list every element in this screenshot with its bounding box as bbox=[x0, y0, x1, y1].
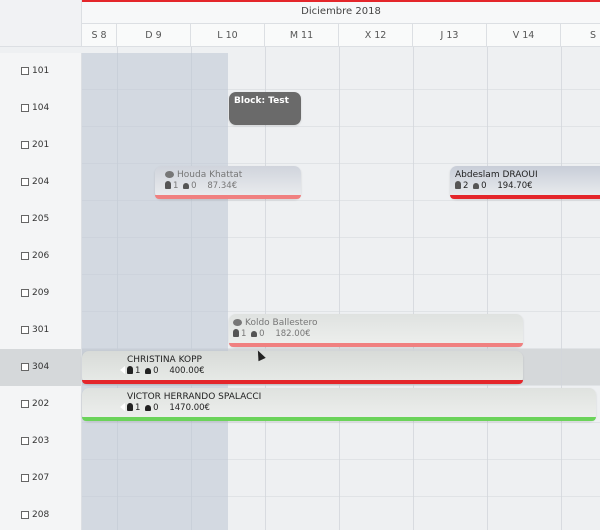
booking-name: Abdeslam DRAOUI bbox=[455, 170, 538, 180]
day-header[interactable]: S 1 bbox=[561, 24, 600, 47]
adult-icon bbox=[127, 403, 133, 411]
booking-calendar: Diciembre 2018 S 8 D 9 L 10 M 11 X 12 J … bbox=[0, 0, 600, 530]
booking-amount: 1470.00€ bbox=[169, 403, 210, 413]
room-checkbox[interactable] bbox=[21, 67, 29, 75]
adult-icon bbox=[165, 181, 171, 189]
day-header[interactable]: M 11 bbox=[265, 24, 339, 47]
day-header[interactable]: L 10 bbox=[191, 24, 265, 47]
booking-victor[interactable]: VICTOR HERRANDO SPALACCI 1 0 1470.00€ bbox=[82, 388, 596, 421]
child-icon bbox=[145, 405, 152, 411]
comment-icon bbox=[165, 171, 174, 178]
day-header[interactable]: S 8 bbox=[82, 24, 117, 47]
day-header[interactable]: V 14 bbox=[487, 24, 561, 47]
status-bar bbox=[450, 195, 600, 199]
booking-christina[interactable]: CHRISTINA KOPP 1 0 400.00€ bbox=[82, 351, 523, 384]
child-icon bbox=[183, 183, 190, 189]
booking-koldo[interactable]: Koldo Ballestero 1 0 182.00€ bbox=[229, 314, 523, 347]
day-gridline bbox=[561, 47, 562, 530]
day-gridline bbox=[487, 47, 488, 530]
room-checkbox[interactable] bbox=[21, 252, 29, 260]
booking-name: CHRISTINA KOPP bbox=[127, 355, 202, 365]
child-icon bbox=[251, 331, 258, 337]
status-bar bbox=[82, 380, 523, 384]
day-header-row: S 8 D 9 L 10 M 11 X 12 J 13 V 14 S 1 bbox=[82, 24, 600, 47]
day-gridline bbox=[339, 47, 340, 530]
booking-name: Houda Khattat bbox=[177, 170, 243, 180]
room-checkbox[interactable] bbox=[21, 178, 29, 186]
booking-name: Block: Test bbox=[234, 96, 289, 106]
room-checkbox[interactable] bbox=[21, 215, 29, 223]
status-bar bbox=[155, 195, 301, 199]
continues-left-icon bbox=[120, 366, 125, 374]
room-label[interactable]: 304 bbox=[0, 349, 82, 386]
adult-icon bbox=[455, 181, 461, 189]
booking-amount: 400.00€ bbox=[169, 366, 205, 376]
room-checkbox[interactable] bbox=[21, 437, 29, 445]
status-bar bbox=[82, 417, 596, 421]
room-label[interactable]: 201 bbox=[0, 127, 82, 164]
comment-icon bbox=[233, 319, 242, 326]
room-label[interactable]: 101 bbox=[0, 53, 82, 90]
room-label[interactable]: 301 bbox=[0, 312, 82, 349]
room-label[interactable]: 207 bbox=[0, 460, 82, 497]
adult-icon bbox=[127, 366, 133, 374]
month-label: Diciembre 2018 bbox=[301, 6, 381, 17]
room-label[interactable]: 209 bbox=[0, 275, 82, 312]
booking-abdeslam[interactable]: Abdeslam DRAOUI 2 0 194.70€ bbox=[450, 166, 600, 199]
room-label[interactable]: 104 bbox=[0, 90, 82, 127]
child-icon bbox=[145, 368, 152, 374]
day-header[interactable]: J 13 bbox=[413, 24, 487, 47]
room-checkbox[interactable] bbox=[21, 474, 29, 482]
booking-name: Koldo Ballestero bbox=[245, 318, 318, 328]
room-checkbox[interactable] bbox=[21, 363, 29, 371]
booking-name: VICTOR HERRANDO SPALACCI bbox=[127, 392, 262, 402]
booking-amount: 182.00€ bbox=[275, 329, 311, 339]
room-checkbox[interactable] bbox=[21, 104, 29, 112]
room-checkbox[interactable] bbox=[21, 141, 29, 149]
day-header[interactable]: D 9 bbox=[117, 24, 191, 47]
room-checkbox[interactable] bbox=[21, 289, 29, 297]
top-accent-line bbox=[82, 0, 600, 2]
status-bar bbox=[229, 343, 523, 347]
past-days-shade bbox=[82, 53, 228, 530]
adult-icon bbox=[233, 329, 239, 337]
room-label[interactable]: 208 bbox=[0, 497, 82, 530]
month-header: Diciembre 2018 bbox=[82, 0, 600, 24]
continues-left-icon bbox=[120, 403, 125, 411]
room-checkbox[interactable] bbox=[21, 511, 29, 519]
room-label[interactable]: 206 bbox=[0, 238, 82, 275]
room-label[interactable]: 203 bbox=[0, 423, 82, 460]
day-gridline bbox=[413, 47, 414, 530]
booking-amount: 87.34€ bbox=[207, 181, 238, 191]
block-booking[interactable]: Block: Test bbox=[229, 92, 301, 125]
booking-houda[interactable]: Houda Khattat 1 0 87.34€ bbox=[155, 166, 301, 199]
room-label[interactable]: 205 bbox=[0, 201, 82, 238]
room-checkbox[interactable] bbox=[21, 326, 29, 334]
room-checkbox[interactable] bbox=[21, 400, 29, 408]
room-label[interactable]: 204 bbox=[0, 164, 82, 201]
room-label[interactable]: 202 bbox=[0, 386, 82, 423]
child-icon bbox=[473, 183, 480, 189]
day-header[interactable]: X 12 bbox=[339, 24, 413, 47]
booking-amount: 194.70€ bbox=[497, 181, 533, 191]
header-corner bbox=[0, 0, 82, 47]
